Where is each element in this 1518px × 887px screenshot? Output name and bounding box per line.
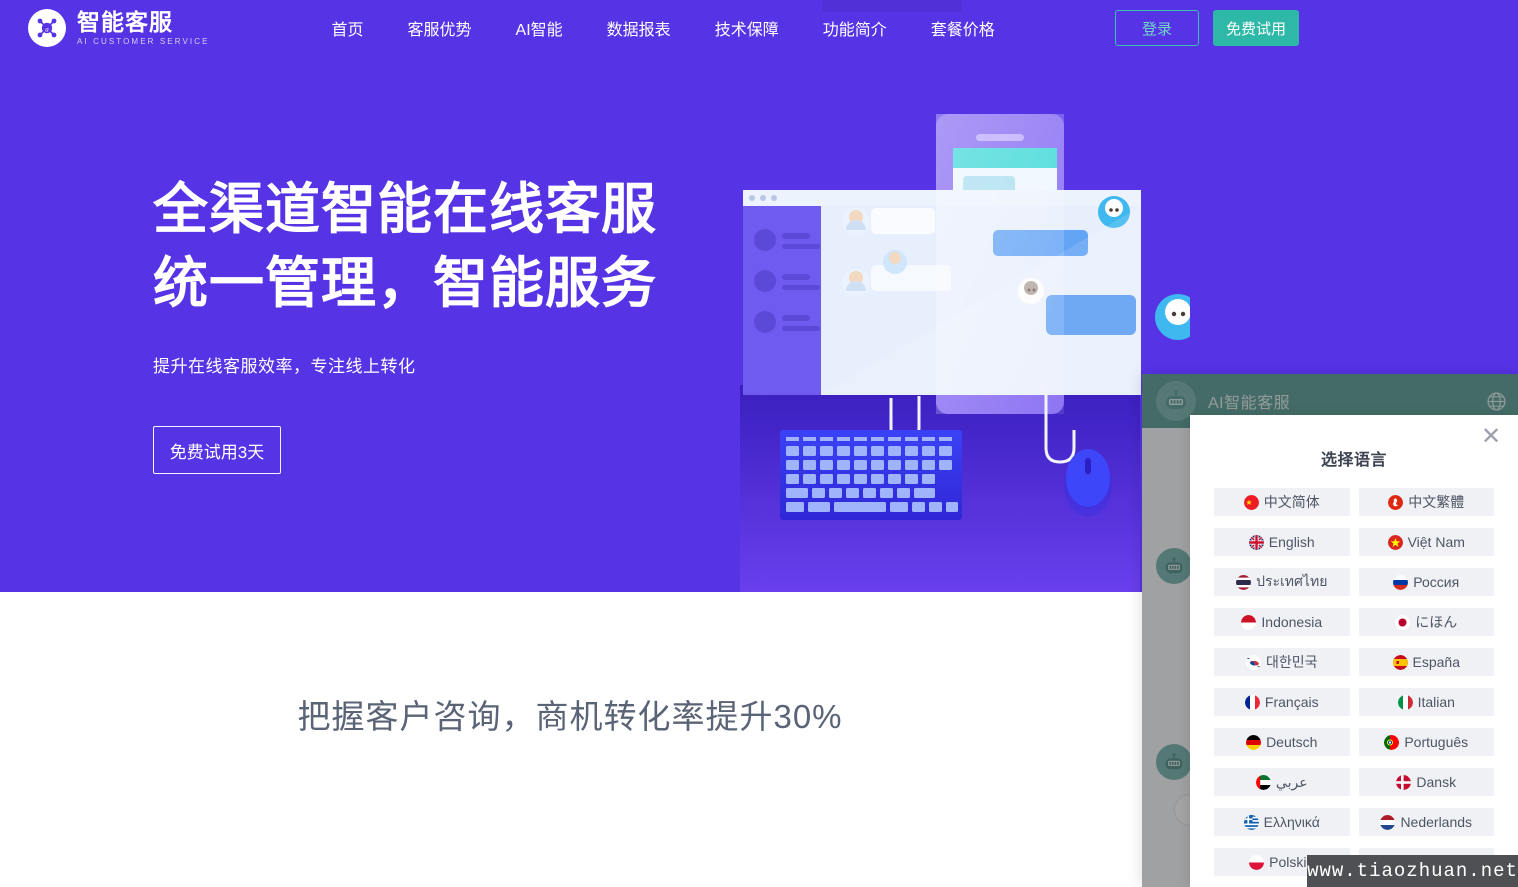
svg-text:a: a: [45, 25, 49, 33]
flag-nl-icon: [1380, 814, 1396, 830]
flag-cn-icon: [1243, 494, 1259, 510]
language-option-th[interactable]: ประเทศไทย: [1214, 568, 1350, 596]
hero-title: 全渠道智能在线客服 统一管理，智能服务: [153, 178, 658, 314]
nav-links: 首页 客服优势 AI智能 数据报表 技术保障 功能简介 套餐价格: [310, 16, 1017, 40]
flag-hk-icon: [1388, 494, 1404, 510]
language-option-nl[interactable]: Nederlands: [1358, 808, 1494, 836]
flag-ae-icon: [1255, 774, 1271, 790]
logo[interactable]: a 智能客服 AI CUSTOMER SERVICE: [28, 9, 210, 47]
nav-item-home[interactable]: 首页: [310, 16, 386, 40]
language-option-ja[interactable]: にほん: [1358, 608, 1494, 636]
hero-subtitle: 提升在线客服效率，专注线上转化: [153, 357, 416, 376]
site-watermark: www.tiaozhuan.net: [1307, 855, 1518, 887]
nav-actions: 登录 免费试用: [1115, 10, 1299, 46]
free-trial-button[interactable]: 免费试用: [1213, 10, 1299, 46]
language-option-da[interactable]: Dansk: [1358, 768, 1494, 796]
nav-item-features[interactable]: 功能简介: [801, 16, 909, 40]
language-label: 中文简体: [1263, 494, 1320, 510]
language-option-zh-cn[interactable]: 中文简体: [1214, 488, 1350, 516]
logo-title: 智能客服: [77, 8, 173, 35]
language-option-fr[interactable]: Français: [1214, 688, 1350, 716]
language-option-en[interactable]: English: [1214, 528, 1350, 556]
hero-free-trial-button[interactable]: 免费试用3天: [153, 426, 281, 474]
language-option-zh-hk[interactable]: 中文繁體: [1358, 488, 1494, 516]
language-label: Việt Nam: [1407, 534, 1465, 550]
language-label: English: [1268, 534, 1315, 550]
language-grid: 中文简体 中文繁體 English Việt Nam ประเทศไทย Рос…: [1214, 488, 1494, 876]
flag-it-icon: [1397, 694, 1413, 710]
flag-jp-icon: [1395, 614, 1411, 630]
flag-pl-icon: [1249, 854, 1265, 870]
nav-item-pricing[interactable]: 套餐价格: [909, 16, 1017, 40]
nav-item-advantage[interactable]: 客服优势: [386, 16, 494, 40]
language-label: 中文繁體: [1408, 494, 1465, 510]
flag-dk-icon: [1396, 774, 1412, 790]
nav-item-ai[interactable]: AI智能: [494, 16, 585, 40]
flag-id-icon: [1241, 614, 1257, 630]
language-option-pt[interactable]: Português: [1358, 728, 1494, 756]
flag-pt-icon: [1384, 734, 1400, 750]
language-label: にほん: [1415, 614, 1458, 630]
language-option-ko[interactable]: 대한민국: [1214, 648, 1350, 676]
flag-gb-icon: [1248, 534, 1264, 550]
language-label: Deutsch: [1266, 734, 1318, 750]
flag-de-icon: [1246, 734, 1262, 750]
language-label: Italian: [1417, 694, 1455, 710]
language-option-ar[interactable]: عربي: [1214, 768, 1350, 796]
flag-kr-icon: [1245, 654, 1261, 670]
language-label: Россия: [1413, 574, 1460, 590]
language-label: Português: [1404, 734, 1469, 750]
language-option-it[interactable]: Italian: [1358, 688, 1494, 716]
language-label: España: [1412, 654, 1460, 670]
flag-gr-icon: [1243, 814, 1259, 830]
login-button[interactable]: 登录: [1115, 10, 1199, 46]
nav-item-reports[interactable]: 数据报表: [585, 16, 693, 40]
language-label: Français: [1264, 694, 1319, 710]
language-label: Ελληνικά: [1263, 814, 1320, 830]
language-label: Nederlands: [1400, 814, 1473, 830]
language-selection-panel: ✕ 选择语言 中文简体 中文繁體 English Việt Nam ประเทศ…: [1190, 415, 1518, 887]
language-label: عربي: [1275, 773, 1308, 790]
flag-es-icon: [1392, 654, 1408, 670]
logo-subtitle: AI CUSTOMER SERVICE: [77, 36, 210, 46]
close-icon[interactable]: ✕: [1478, 424, 1504, 450]
language-option-vi[interactable]: Việt Nam: [1358, 528, 1494, 556]
flag-ru-icon: [1393, 574, 1409, 590]
flag-vn-icon: [1387, 534, 1403, 550]
ai-robot-logo-icon: a: [28, 9, 66, 47]
language-panel-title: 选择语言: [1320, 452, 1387, 469]
nav-item-tech[interactable]: 技术保障: [693, 16, 801, 40]
language-option-el[interactable]: Ελληνικά: [1214, 808, 1350, 836]
flag-th-icon: [1236, 574, 1252, 590]
navbar: a 智能客服 AI CUSTOMER SERVICE 首页 客服优势 AI智能 …: [0, 0, 1518, 56]
hero-illustration: [740, 100, 1201, 592]
language-option-id[interactable]: Indonesia: [1214, 608, 1350, 636]
language-label: 대한민국: [1265, 654, 1318, 670]
hero-copy: 全渠道智能在线客服 统一管理，智能服务 提升在线客服效率，专注线上转化 免费试用…: [153, 172, 657, 474]
language-option-de[interactable]: Deutsch: [1214, 728, 1350, 756]
language-label: Dansk: [1416, 774, 1457, 790]
language-label: Indonesia: [1261, 614, 1323, 630]
language-option-es[interactable]: España: [1358, 648, 1494, 676]
section-heading: 把握客户咨询，商机转化率提升30%: [297, 698, 843, 735]
language-option-ru[interactable]: Россия: [1358, 568, 1494, 596]
language-label: ประเทศไทย: [1256, 573, 1328, 589]
flag-fr-icon: [1244, 694, 1260, 710]
